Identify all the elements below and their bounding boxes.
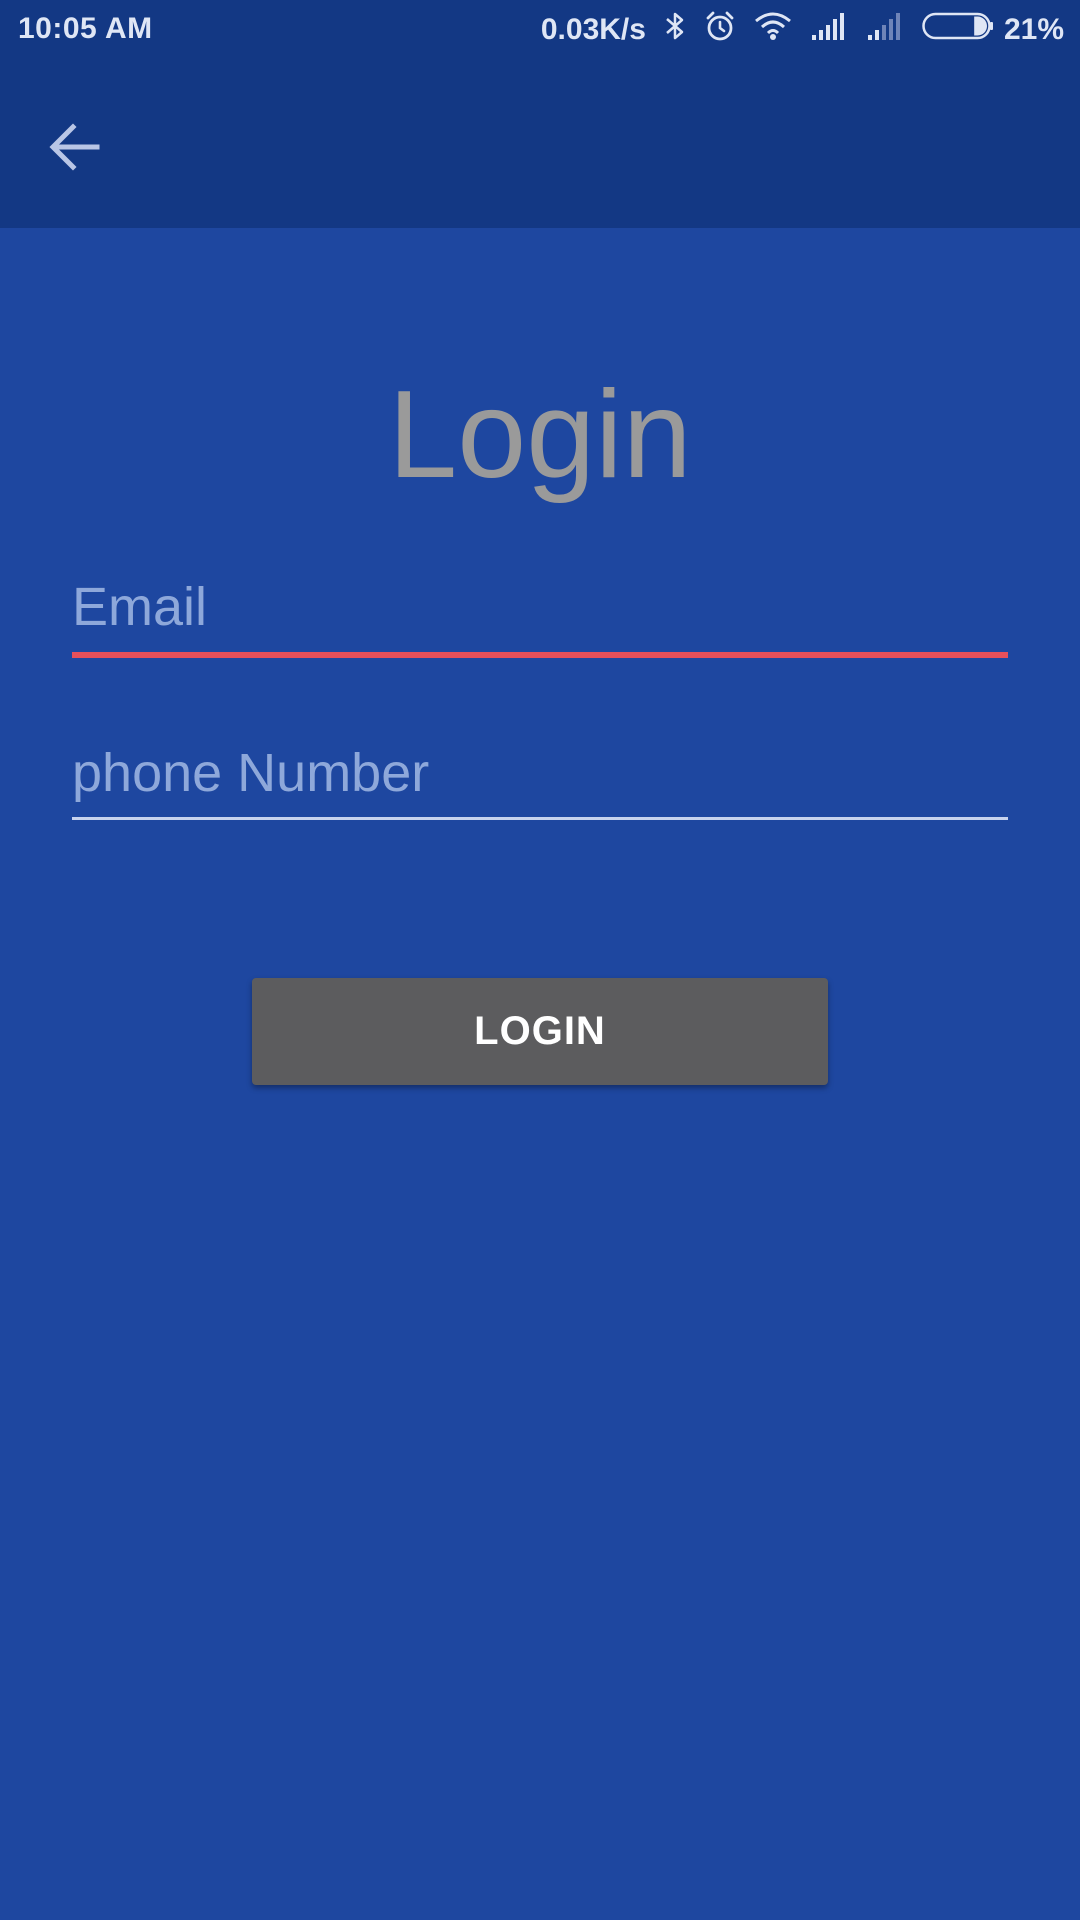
status-bar: 10:05 AM 0.03K/s 21% — [0, 0, 1080, 60]
battery-percent: 21% — [1003, 13, 1064, 46]
back-button[interactable] — [40, 112, 110, 182]
network-speed: 0.03K/s — [540, 13, 646, 46]
email-field-container — [72, 572, 1008, 658]
page-title: Login — [388, 366, 692, 504]
signal-icon — [810, 11, 848, 49]
status-icons: 0.03K/s 21% — [541, 10, 1064, 50]
email-underline — [72, 652, 1008, 658]
phone-number-field[interactable] — [72, 738, 1008, 808]
email-field[interactable] — [72, 572, 1008, 642]
arrow-back-icon — [49, 123, 100, 171]
app-bar — [0, 60, 1080, 228]
bluetooth-icon — [664, 10, 686, 50]
battery-icon — [922, 11, 994, 49]
wifi-icon — [754, 11, 792, 49]
login-button[interactable]: LOGIN — [252, 978, 828, 1085]
phone-underline — [72, 817, 1008, 820]
phone-field-container — [72, 738, 1008, 820]
signal-weak-icon — [866, 11, 904, 49]
alarm-icon — [704, 10, 736, 50]
status-time: 10:05 AM — [18, 12, 153, 45]
